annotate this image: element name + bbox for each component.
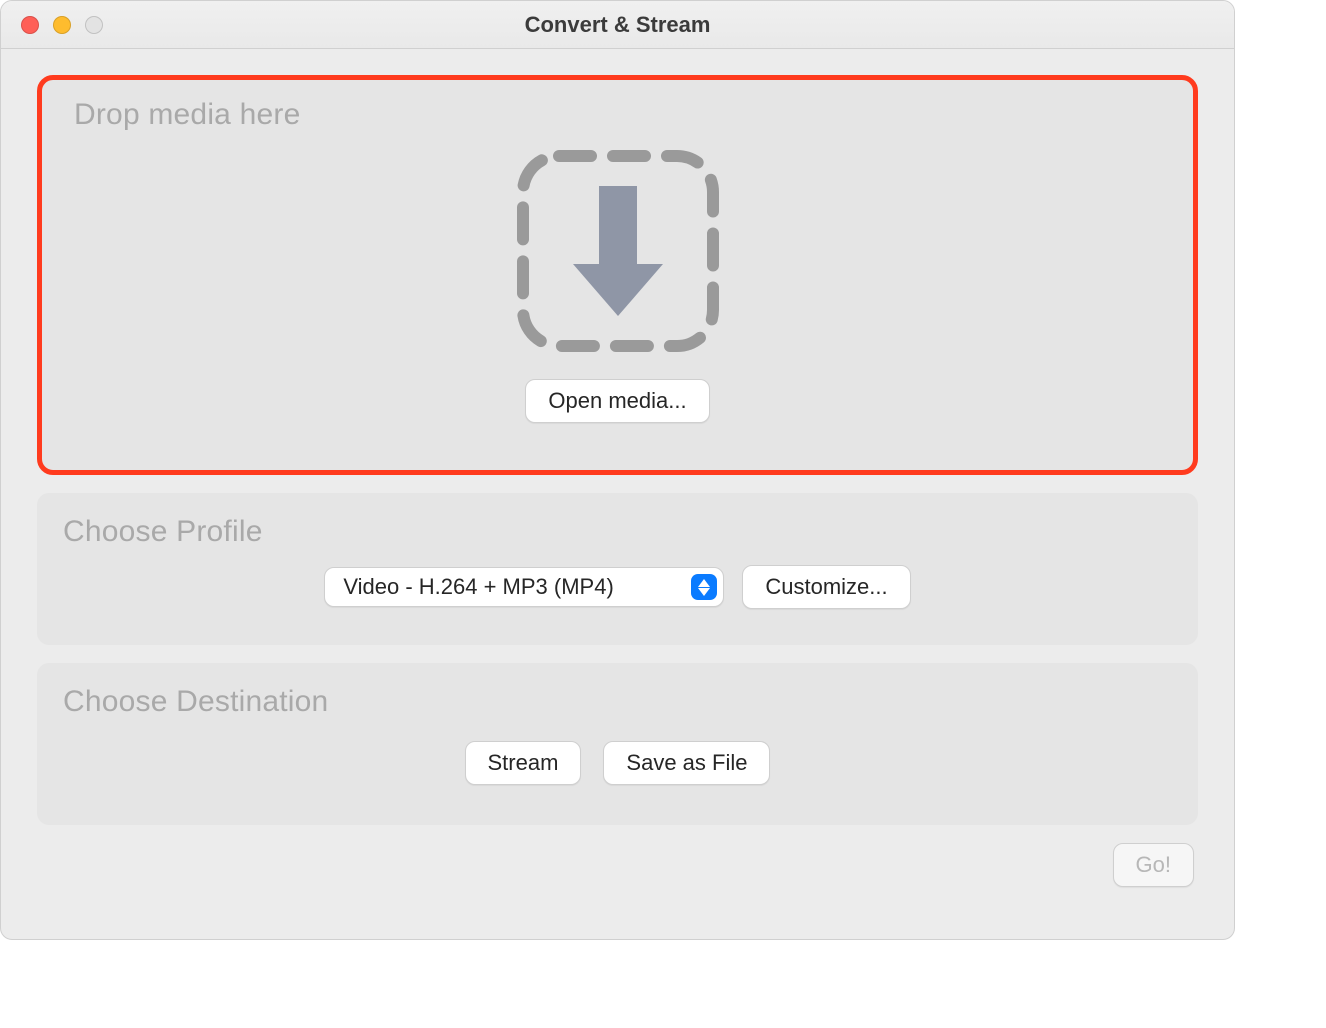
stream-button-label: Stream xyxy=(488,750,559,776)
drop-media-panel[interactable]: Drop media here Open media... xyxy=(37,75,1198,475)
content-area: Drop media here Open media... Choose Pro… xyxy=(1,49,1234,939)
window-title: Convert & Stream xyxy=(1,12,1234,38)
open-media-button-label: Open media... xyxy=(548,388,686,414)
customize-profile-button-label: Customize... xyxy=(765,574,887,600)
profile-select[interactable]: Video - H.264 + MP3 (MP4) xyxy=(324,567,724,607)
footer: Go! xyxy=(37,843,1198,889)
go-button: Go! xyxy=(1113,843,1194,887)
titlebar: Convert & Stream xyxy=(1,1,1234,49)
customize-profile-button[interactable]: Customize... xyxy=(742,565,910,609)
choose-destination-panel: Choose Destination Stream Save as File xyxy=(37,663,1198,825)
open-media-button[interactable]: Open media... xyxy=(525,379,709,423)
drop-arrow-icon xyxy=(513,146,723,361)
choose-profile-heading: Choose Profile xyxy=(63,515,1172,549)
save-as-file-button[interactable]: Save as File xyxy=(603,741,770,785)
drop-media-heading: Drop media here xyxy=(74,98,300,132)
save-as-file-button-label: Save as File xyxy=(626,750,747,776)
close-window-button[interactable] xyxy=(21,16,39,34)
profile-select-value: Video - H.264 + MP3 (MP4) xyxy=(343,574,613,600)
updown-caret-icon xyxy=(691,574,717,600)
minimize-window-button[interactable] xyxy=(53,16,71,34)
window-controls xyxy=(1,16,103,34)
choose-profile-panel: Choose Profile Video - H.264 + MP3 (MP4)… xyxy=(37,493,1198,645)
convert-stream-window: Convert & Stream Drop media here Open me… xyxy=(0,0,1235,940)
zoom-window-button xyxy=(85,16,103,34)
stream-button[interactable]: Stream xyxy=(465,741,582,785)
choose-destination-heading: Choose Destination xyxy=(63,685,1172,719)
go-button-label: Go! xyxy=(1136,852,1171,878)
